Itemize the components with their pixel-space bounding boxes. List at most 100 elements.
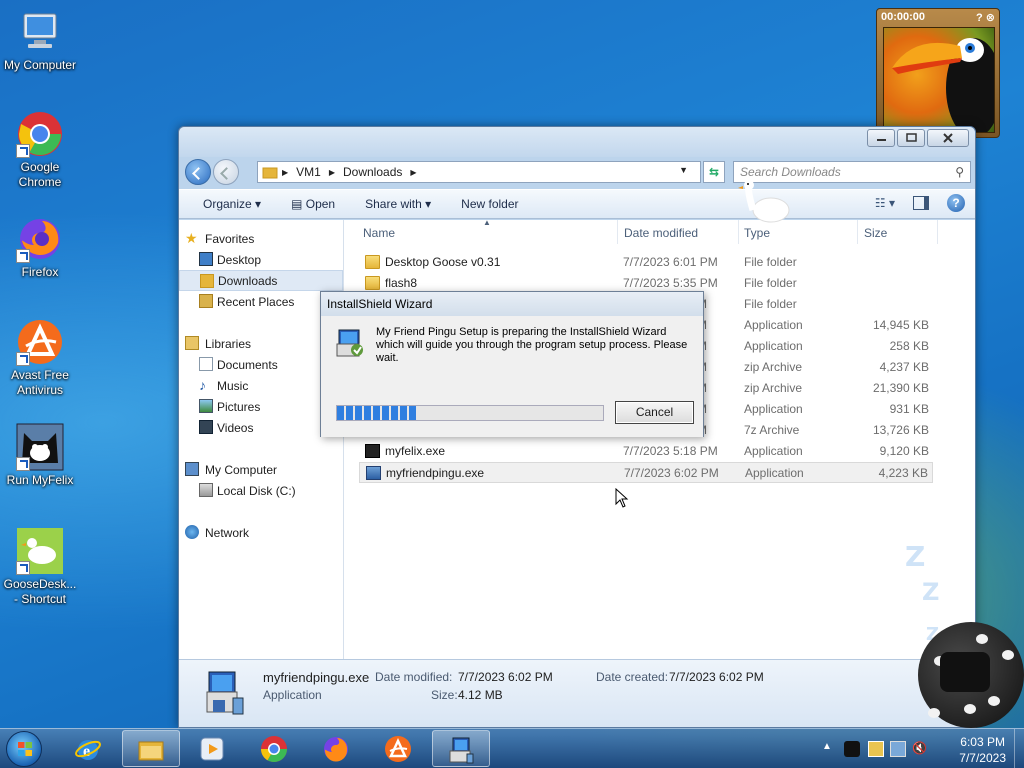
- desktop-icon-chrome[interactable]: Google Chrome: [0, 110, 80, 190]
- nav-downloads[interactable]: Downloads: [179, 270, 343, 291]
- desktop-icon-my-computer[interactable]: My Computer: [0, 8, 80, 73]
- nav-network[interactable]: Network: [179, 522, 343, 543]
- computer-icon: [185, 462, 199, 476]
- show-desktop-button[interactable]: [1014, 729, 1024, 768]
- details-kind: Application: [263, 688, 322, 702]
- share-with-button[interactable]: Share with ▾: [345, 197, 441, 211]
- action-center-flag-icon[interactable]: [868, 741, 884, 757]
- taskbar-ie[interactable]: e: [60, 730, 118, 767]
- nav-libraries[interactable]: Libraries: [179, 333, 343, 354]
- refresh-button[interactable]: ⇆: [703, 161, 725, 183]
- widget-bar: 00:00:00 ? ⊗: [877, 9, 999, 25]
- desktop-icon-goosedesktop[interactable]: GooseDesk... - Shortcut: [0, 527, 80, 607]
- search-icon[interactable]: ⚲: [955, 165, 964, 179]
- open-button[interactable]: ▤ Open: [271, 197, 345, 211]
- widget-timer: 00:00:00: [881, 11, 926, 23]
- volume-muted-icon[interactable]: 🔇: [912, 741, 928, 757]
- documents-icon: [199, 357, 213, 371]
- breadcrumb-vm1[interactable]: VM1: [296, 165, 321, 179]
- shortcut-arrow-icon: [16, 352, 30, 366]
- avast-icon: [16, 318, 64, 366]
- clock-time: 6:03 PM: [960, 735, 1005, 749]
- details-modified-label: Date modified:: [375, 670, 453, 684]
- cancel-button[interactable]: Cancel: [615, 401, 694, 424]
- taskbar-firefox[interactable]: [308, 730, 366, 767]
- nav-favorites[interactable]: ★ Favorites: [179, 228, 343, 249]
- column-size[interactable]: Size: [864, 226, 887, 240]
- taskbar-chrome[interactable]: [246, 730, 304, 767]
- desktop-icon-firefox[interactable]: Firefox: [0, 215, 80, 280]
- taskbar-explorer[interactable]: [122, 730, 180, 767]
- address-bar-row: ▶ VM1 ▶ Downloads ▶ ▼ ⇆ Search Downloads…: [185, 157, 971, 187]
- desktop-icon-avast[interactable]: Avast Free Antivirus: [0, 318, 80, 398]
- nav-local-disk[interactable]: Local Disk (C:): [179, 480, 343, 501]
- network-tray-icon[interactable]: [890, 741, 906, 757]
- show-hidden-icons-icon[interactable]: ▲: [822, 741, 838, 757]
- shortcut-arrow-icon: [16, 249, 30, 263]
- desktop-icon-label: Avast Free Antivirus: [11, 368, 69, 397]
- nav-desktop[interactable]: Desktop: [179, 249, 343, 270]
- firefox-icon: [324, 737, 348, 762]
- widget-help-icon[interactable]: ?: [976, 12, 983, 24]
- taskbar-clock[interactable]: 6:03 PM 7/7/2023: [959, 734, 1006, 766]
- breadcrumb-separator[interactable]: ▶: [282, 168, 288, 177]
- nav-music[interactable]: ♪ Music: [179, 375, 343, 396]
- back-button[interactable]: [185, 159, 211, 185]
- libraries-icon: [185, 336, 199, 350]
- organize-button[interactable]: Organize ▾: [179, 197, 271, 211]
- nav-recent-places[interactable]: Recent Places: [179, 291, 343, 312]
- help-icon[interactable]: ?: [947, 194, 965, 212]
- desktop-icon-label: My Computer: [3, 58, 77, 72]
- forward-button[interactable]: [213, 159, 239, 185]
- shortcut-arrow-icon: [16, 144, 30, 158]
- address-dropdown-icon[interactable]: ▼: [679, 165, 688, 175]
- widget-close-icon[interactable]: ⊗: [986, 12, 995, 24]
- sleeping-cat-pet[interactable]: [918, 622, 1024, 728]
- dialog-title[interactable]: InstallShield Wizard: [321, 292, 703, 316]
- nav-documents[interactable]: Documents: [179, 354, 343, 375]
- music-icon: ♪: [199, 377, 206, 393]
- goose-icon: [16, 527, 64, 575]
- installshield-icon: [335, 328, 365, 358]
- taskbar-avast[interactable]: [370, 730, 428, 767]
- drive-icon: [199, 483, 213, 497]
- open-icon: ▤: [291, 197, 306, 211]
- column-name[interactable]: Name: [363, 226, 395, 240]
- dialog-message: My Friend Pingu Setup is preparing the I…: [376, 326, 688, 364]
- file-row[interactable]: Desktop Goose v0.31 7/7/2023 6:01 PM File …: [359, 252, 933, 273]
- breadcrumb-separator[interactable]: ▶: [410, 168, 416, 177]
- close-button[interactable]: [927, 129, 969, 147]
- setup-progress-bar: [336, 405, 604, 421]
- details-pane: myfriendpingu.exe Application Date modif…: [179, 659, 975, 727]
- maximize-button[interactable]: [897, 129, 925, 147]
- file-row[interactable]: myfelix.exe 7/7/2023 5:18 PM Application 9,…: [359, 441, 933, 462]
- nav-videos[interactable]: Videos: [179, 417, 343, 438]
- file-row-selected[interactable]: myfriendpingu.exe 7/7/2023 6:02 PM Applica…: [359, 462, 933, 483]
- address-bar[interactable]: ▶ VM1 ▶ Downloads ▶ ▼: [257, 161, 701, 183]
- breadcrumb-separator[interactable]: ▶: [329, 168, 335, 177]
- desktop-icon-run-myfelix[interactable]: Run MyFelix: [0, 423, 80, 488]
- sleep-z-medium: Z: [922, 578, 940, 606]
- internet-explorer-icon: e: [75, 740, 101, 760]
- cat-tray-icon[interactable]: [844, 741, 860, 757]
- window-titlebar[interactable]: [179, 127, 975, 157]
- new-folder-button[interactable]: New folder: [441, 197, 528, 211]
- view-options-icon[interactable]: ☷ ▾: [875, 196, 895, 210]
- desktop-icon-label: Run MyFelix: [6, 473, 74, 487]
- felix-app-icon: [365, 444, 380, 458]
- column-date-modified[interactable]: Date modified: [624, 226, 698, 240]
- preview-pane-icon[interactable]: [913, 196, 929, 210]
- desktop-icon-label: GooseDesk... - Shortcut: [3, 577, 77, 606]
- desktop-icon-label: Firefox: [21, 265, 59, 279]
- breadcrumb-downloads[interactable]: Downloads: [343, 165, 402, 179]
- taskbar-installshield[interactable]: [432, 730, 490, 767]
- start-button[interactable]: [6, 731, 42, 767]
- toucan-clock-widget[interactable]: 00:00:00 ? ⊗: [876, 8, 1000, 138]
- taskbar-media-player[interactable]: [184, 730, 242, 767]
- computer-icon: [16, 8, 64, 56]
- details-size-label: Size:: [431, 688, 458, 702]
- star-icon: ★: [185, 230, 198, 246]
- nav-my-computer[interactable]: My Computer: [179, 459, 343, 480]
- minimize-button[interactable]: [867, 129, 895, 147]
- nav-pictures[interactable]: Pictures: [179, 396, 343, 417]
